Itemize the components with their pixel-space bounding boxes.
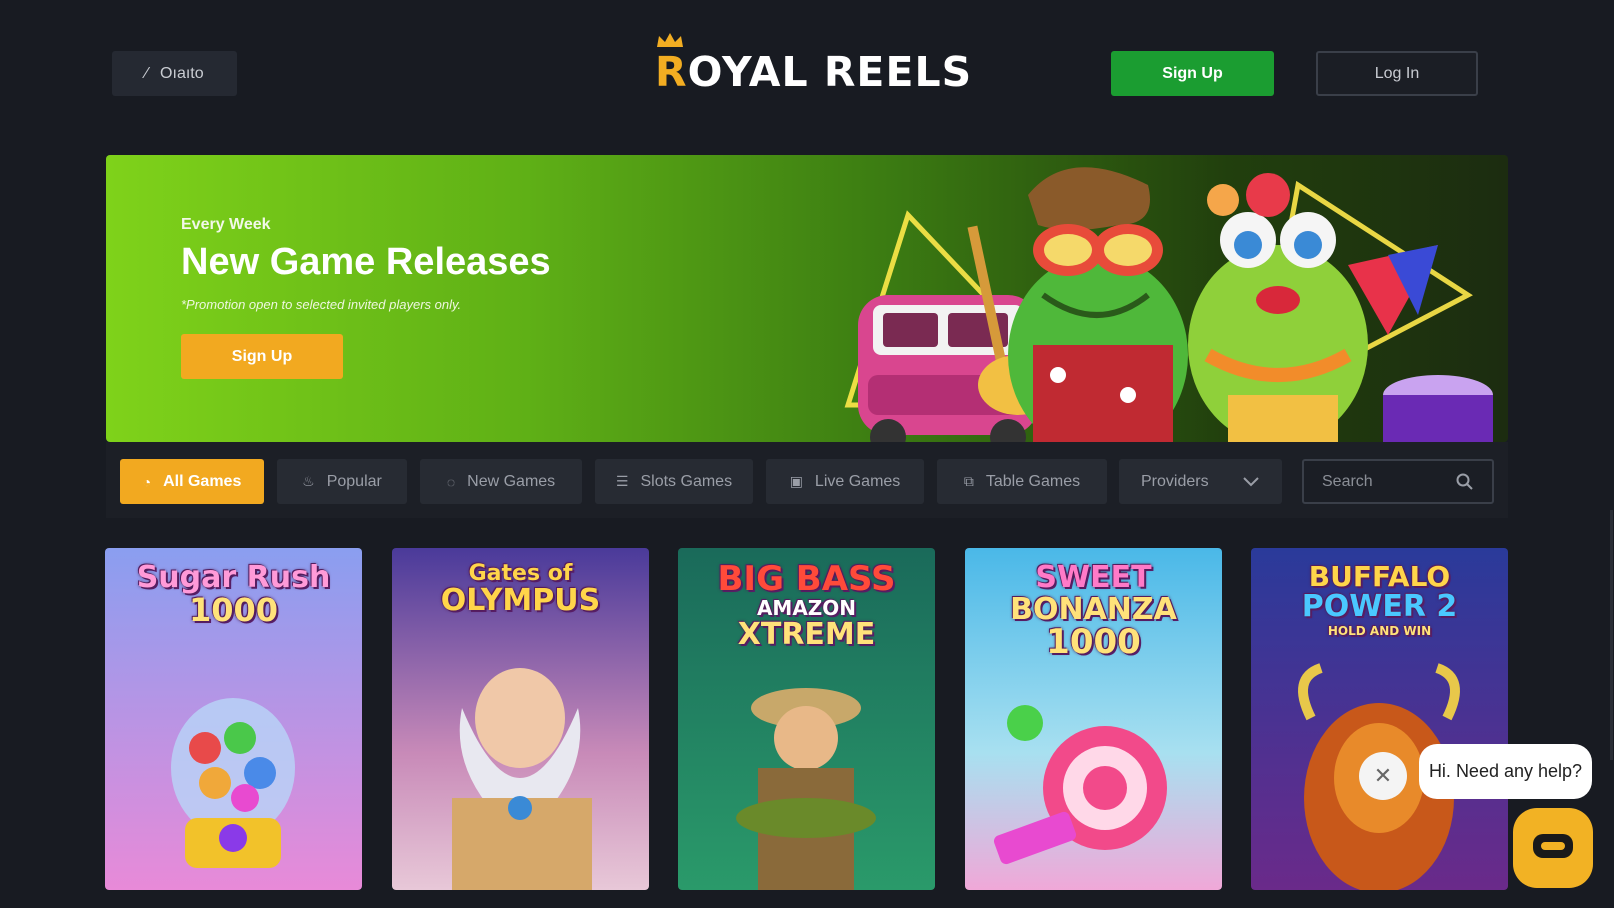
bell-icon: ◌ bbox=[446, 473, 456, 490]
banner-disclaimer: *Promotion open to selected invited play… bbox=[181, 297, 462, 312]
tab-label: Live Games bbox=[814, 472, 901, 490]
logo-first-letter: R bbox=[655, 33, 688, 96]
logo-text: OYAL REELS bbox=[687, 48, 973, 96]
royal-reels-logo[interactable]: R OYAL REELS bbox=[655, 33, 975, 96]
tab-label: Slots Games bbox=[640, 472, 733, 490]
tab-popular[interactable]: ♨ Popular bbox=[277, 459, 407, 504]
banner-title: New Game Releases bbox=[181, 241, 551, 283]
scrollbar[interactable] bbox=[1610, 510, 1613, 760]
tab-label: New Games bbox=[467, 472, 556, 490]
category-bar: ◔ All Games ♨ Popular ◌ New Games ☰ Slot… bbox=[106, 442, 1508, 518]
search-icon[interactable] bbox=[1456, 473, 1474, 491]
tab-slots-games[interactable]: ☰ Slots Games bbox=[595, 459, 753, 504]
table-icon: ⧉ bbox=[963, 473, 974, 489]
game-tile-sweet-bonanza-1000[interactable]: SWEET BONANZA 1000 bbox=[965, 548, 1222, 890]
tab-label: All Games bbox=[163, 472, 242, 490]
game-title: SWEET BONANZA 1000 bbox=[1010, 560, 1177, 662]
login-button[interactable]: Log In bbox=[1316, 51, 1478, 96]
menu-label: Oıaıto bbox=[160, 64, 204, 82]
game-tile-gates-of-olympus[interactable]: Gates of OLYMPUS bbox=[392, 548, 649, 890]
flame-icon: ♨ bbox=[302, 473, 315, 489]
tab-label: Popular bbox=[326, 472, 382, 490]
live-icon: ▣ bbox=[789, 473, 803, 489]
tab-label: Table Games bbox=[985, 472, 1081, 490]
tab-all-games[interactable]: ◔ All Games bbox=[120, 459, 264, 504]
all-games-icon: ◔ bbox=[142, 473, 152, 490]
signup-button[interactable]: Sign Up bbox=[1111, 51, 1274, 96]
tab-live-games[interactable]: ▣ Live Games bbox=[766, 459, 924, 504]
providers-dropdown[interactable]: Providers bbox=[1119, 459, 1282, 504]
game-title: Sugar Rush 1000 bbox=[136, 560, 331, 629]
banner-eyebrow: Every Week bbox=[181, 216, 271, 233]
providers-label: Providers bbox=[1141, 472, 1209, 490]
tab-new-games[interactable]: ◌ New Games bbox=[420, 459, 582, 504]
search-placeholder: Search bbox=[1322, 472, 1373, 490]
banner-artwork bbox=[844, 167, 1493, 442]
wand-icon: ⁄ bbox=[145, 64, 149, 82]
chat-close-button[interactable]: ✕ bbox=[1359, 752, 1407, 800]
chevron-down-icon bbox=[1243, 476, 1259, 486]
promo-banner[interactable]: Every Week New Game Releases *Promotion … bbox=[106, 155, 1508, 442]
game-title: BIG BASS AMAZON XTREME bbox=[717, 559, 896, 652]
game-tile-buffalo-power-2[interactable]: BUFFALO POWER 2 HOLD AND WIN bbox=[1251, 548, 1508, 890]
game-title: Gates of OLYMPUS bbox=[440, 561, 601, 619]
crown-icon bbox=[657, 33, 683, 47]
search-input[interactable]: Search bbox=[1302, 459, 1494, 504]
menu-button[interactable]: ⁄ Oıaıto bbox=[112, 51, 237, 96]
game-tile-big-bass-amazon-xtreme[interactable]: BIG BASS AMAZON XTREME bbox=[678, 548, 935, 890]
close-icon: ✕ bbox=[1373, 763, 1393, 788]
slots-icon: ☰ bbox=[615, 473, 629, 489]
chat-icon bbox=[1533, 834, 1573, 858]
banner-signup-button[interactable]: Sign Up bbox=[181, 334, 343, 379]
tab-table-games[interactable]: ⧉ Table Games bbox=[937, 459, 1107, 504]
chat-greeting[interactable]: Hi. Need any help? bbox=[1419, 744, 1592, 799]
game-title: BUFFALO POWER 2 HOLD AND WIN bbox=[1301, 560, 1458, 638]
game-tile-sugar-rush[interactable]: Sugar Rush 1000 bbox=[105, 548, 362, 890]
chat-launcher-button[interactable] bbox=[1513, 808, 1593, 888]
site-header: ⁄ Oıaıto R OYAL REELS Sign Up Log In bbox=[0, 0, 1614, 140]
